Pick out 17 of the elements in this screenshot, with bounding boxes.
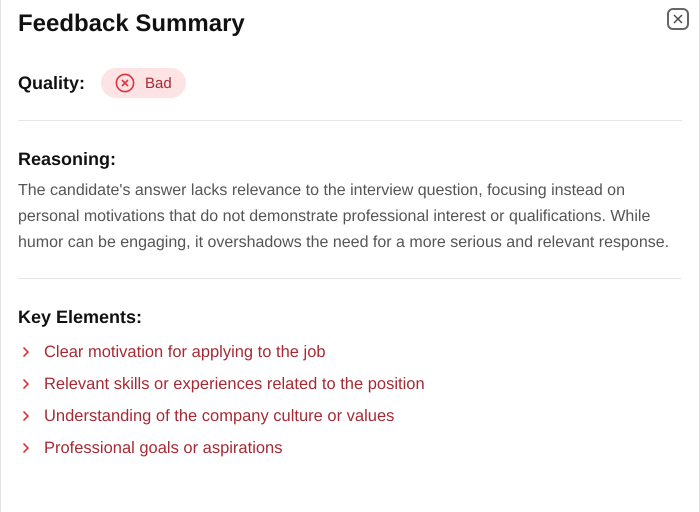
- close-icon: [673, 14, 683, 24]
- dialog-title: Feedback Summary: [18, 10, 245, 38]
- close-button[interactable]: [667, 8, 689, 30]
- key-element-text: Professional goals or aspirations: [44, 438, 282, 458]
- reasoning-text: The candidate's answer lacks relevance to the interview question, focusing instead on personal motivations that do not demonstrate professional interest or qualifications. While humor can be engaging, it overshadows the need for a more serious and relevant response.: [18, 181, 670, 253]
- key-element-text: Understanding of the company culture or values: [44, 406, 394, 426]
- chevron-icon: [22, 410, 30, 422]
- key-element-text: Clear motivation for applying to the job: [44, 342, 326, 362]
- section-heading: Reasoning:: [18, 149, 118, 170]
- chevron-icon: [22, 378, 30, 390]
- chevron-icon: [22, 346, 30, 358]
- x-circle-icon: [115, 73, 136, 93]
- quality-label: Quality:: [18, 72, 86, 94]
- quality-badge: Bad: [101, 68, 186, 98]
- chevron-icon: [22, 442, 30, 454]
- key-element-text: Relevant skills or experiences related to the position: [44, 374, 425, 394]
- section-heading: Key Elements:: [18, 307, 144, 328]
